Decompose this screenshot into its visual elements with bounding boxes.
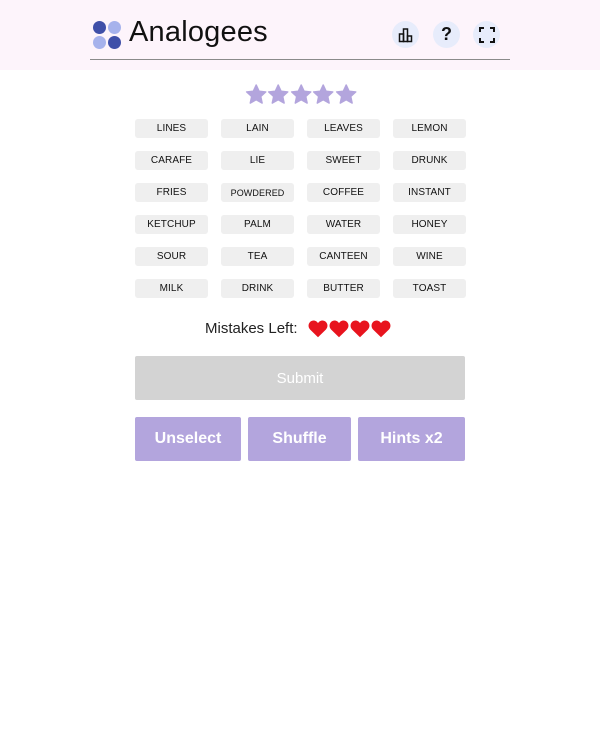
word-grid: LINES LAIN LEAVES LEMON CARAFE LIE SWEET DRUNK F… bbox=[135, 119, 466, 298]
star-icon bbox=[268, 84, 289, 104]
header: Analogees ? bbox=[90, 0, 510, 60]
word-tile[interactable]: SWEET bbox=[307, 151, 380, 170]
star-icon bbox=[245, 84, 267, 104]
logo-icon bbox=[93, 21, 121, 49]
word-tile[interactable]: DRUNK bbox=[393, 151, 466, 170]
word-tile[interactable]: LEAVES bbox=[307, 119, 380, 138]
word-tile[interactable]: CARAFE bbox=[135, 151, 208, 170]
unselect-button[interactable]: Unselect bbox=[135, 417, 241, 461]
word-tile[interactable]: LINES bbox=[135, 119, 208, 138]
star-icon bbox=[335, 84, 357, 104]
hearts bbox=[308, 319, 391, 338]
word-tile[interactable]: LEMON bbox=[393, 119, 466, 138]
heart-icon bbox=[350, 320, 370, 337]
help-icon: ? bbox=[441, 24, 452, 44]
star-icon bbox=[290, 84, 312, 104]
hints-button[interactable]: Hints x2 bbox=[358, 417, 465, 461]
word-tile[interactable]: CANTEEN bbox=[307, 247, 380, 266]
star-icon bbox=[313, 84, 334, 104]
word-tile[interactable]: WINE bbox=[393, 247, 466, 266]
word-tile[interactable]: COFFEE bbox=[307, 183, 380, 202]
stats-icon bbox=[398, 27, 412, 42]
word-tile[interactable]: MILK bbox=[135, 279, 208, 298]
fullscreen-icon bbox=[478, 26, 495, 43]
word-tile[interactable]: WATER bbox=[307, 215, 380, 234]
word-tile[interactable]: FRIES bbox=[135, 183, 208, 202]
fullscreen-button[interactable] bbox=[473, 21, 500, 48]
shuffle-button[interactable]: Shuffle bbox=[248, 417, 351, 461]
mistakes-label: Mistakes Left: bbox=[205, 319, 298, 337]
word-tile[interactable]: INSTANT bbox=[393, 183, 466, 202]
word-tile[interactable]: TOAST bbox=[393, 279, 466, 298]
mistakes-counter: Mistakes Left: bbox=[205, 317, 391, 339]
submit-button[interactable]: Submit bbox=[135, 356, 465, 400]
help-button[interactable]: ? bbox=[433, 21, 460, 48]
heart-icon bbox=[371, 320, 391, 337]
word-tile[interactable]: HONEY bbox=[393, 215, 466, 234]
app-title: Analogees bbox=[129, 16, 268, 48]
word-tile[interactable]: DRINK bbox=[221, 279, 294, 298]
word-tile[interactable]: BUTTER bbox=[307, 279, 380, 298]
heart-icon bbox=[308, 320, 328, 337]
word-tile[interactable]: LIE bbox=[221, 151, 294, 170]
word-tile[interactable]: SOUR bbox=[135, 247, 208, 266]
word-tile[interactable]: TEA bbox=[221, 247, 294, 266]
stats-button[interactable] bbox=[392, 21, 419, 48]
star-rating bbox=[245, 83, 357, 107]
word-tile[interactable]: KETCHUP bbox=[135, 215, 208, 234]
word-tile[interactable]: PALM bbox=[221, 215, 294, 234]
word-tile[interactable]: POWDERED bbox=[221, 183, 294, 202]
heart-icon bbox=[329, 320, 349, 337]
word-tile[interactable]: LAIN bbox=[221, 119, 294, 138]
